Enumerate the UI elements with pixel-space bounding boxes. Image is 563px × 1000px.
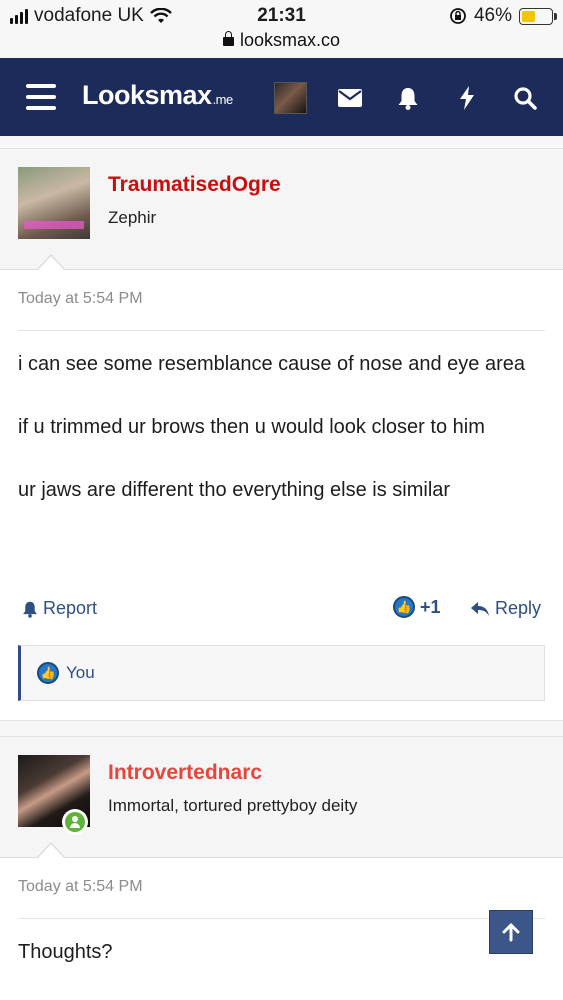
reply-button[interactable]: Reply (470, 598, 541, 619)
post-paragraph: if u trimmed ur brows then u would look … (18, 416, 485, 438)
logo-tld: .me (212, 92, 234, 107)
post-paragraph: ur jaws are different tho everything els… (18, 479, 451, 501)
post-gap (0, 721, 563, 736)
lock-icon (222, 31, 234, 46)
divider (18, 330, 545, 331)
like-count-button[interactable]: 👍 +1 (393, 596, 441, 618)
thumbs-up-icon: 👍 (37, 662, 59, 684)
user-title: Zephir (108, 208, 157, 227)
bolt-icon[interactable] (452, 83, 482, 113)
account-avatar[interactable] (274, 82, 307, 114)
orientation-lock-icon (450, 8, 466, 24)
post-body: Thoughts? (18, 936, 548, 999)
bell-icon[interactable] (393, 83, 423, 113)
avatar-caption-overlay (24, 221, 84, 229)
post-user-block: Introvertednarc Immortal, tortured prett… (0, 736, 563, 858)
post-gap (0, 136, 563, 148)
online-status-icon (62, 809, 88, 835)
post-user-block: TraumatisedOgre Zephir (0, 148, 563, 270)
logo-text: Looksmax (82, 80, 212, 110)
post-date[interactable]: Today at 5:54 PM (18, 878, 143, 896)
reply-label: Reply (495, 598, 542, 618)
post-arrow (36, 254, 66, 271)
battery-percent: 46% (473, 5, 512, 26)
report-button[interactable]: Report (22, 598, 97, 619)
status-right: 46% (449, 5, 557, 27)
post-body: i can see some resemblance cause of nose… (18, 348, 548, 537)
arrow-up-icon (502, 923, 520, 942)
site-logo[interactable]: Looksmax.me (82, 80, 233, 111)
battery-level (522, 10, 535, 22)
menu-icon[interactable] (26, 84, 56, 110)
scroll-to-top-button[interactable] (489, 910, 533, 954)
battery-icon (519, 7, 557, 25)
address-bar[interactable]: looksmax.co (0, 30, 563, 51)
likes-summary-text: You (66, 663, 95, 682)
thumbs-up-icon: 👍 (393, 596, 415, 618)
post-paragraph: i can see some resemblance cause of nose… (18, 353, 525, 375)
post-paragraph: Thoughts? (18, 941, 113, 963)
likes-summary[interactable]: 👍 You (18, 645, 545, 701)
like-count: +1 (420, 596, 441, 617)
user-avatar[interactable] (18, 167, 90, 239)
user-title: Immortal, tortured prettyboy deity (108, 796, 358, 815)
url-text: looksmax.co (239, 30, 341, 50)
post-date[interactable]: Today at 5:54 PM (18, 290, 143, 308)
reply-arrow-icon (471, 601, 489, 616)
bell-icon (23, 601, 37, 618)
username-link[interactable]: TraumatisedOgre (108, 173, 281, 197)
post-arrow (36, 842, 66, 859)
report-label: Report (43, 598, 98, 618)
search-icon[interactable] (510, 83, 540, 113)
envelope-icon[interactable] (335, 83, 365, 113)
username-link[interactable]: Introvertednarc (108, 761, 262, 785)
divider (18, 918, 545, 919)
status-bar: vodafone UK 21:31 46% looksmax.co (0, 0, 563, 58)
